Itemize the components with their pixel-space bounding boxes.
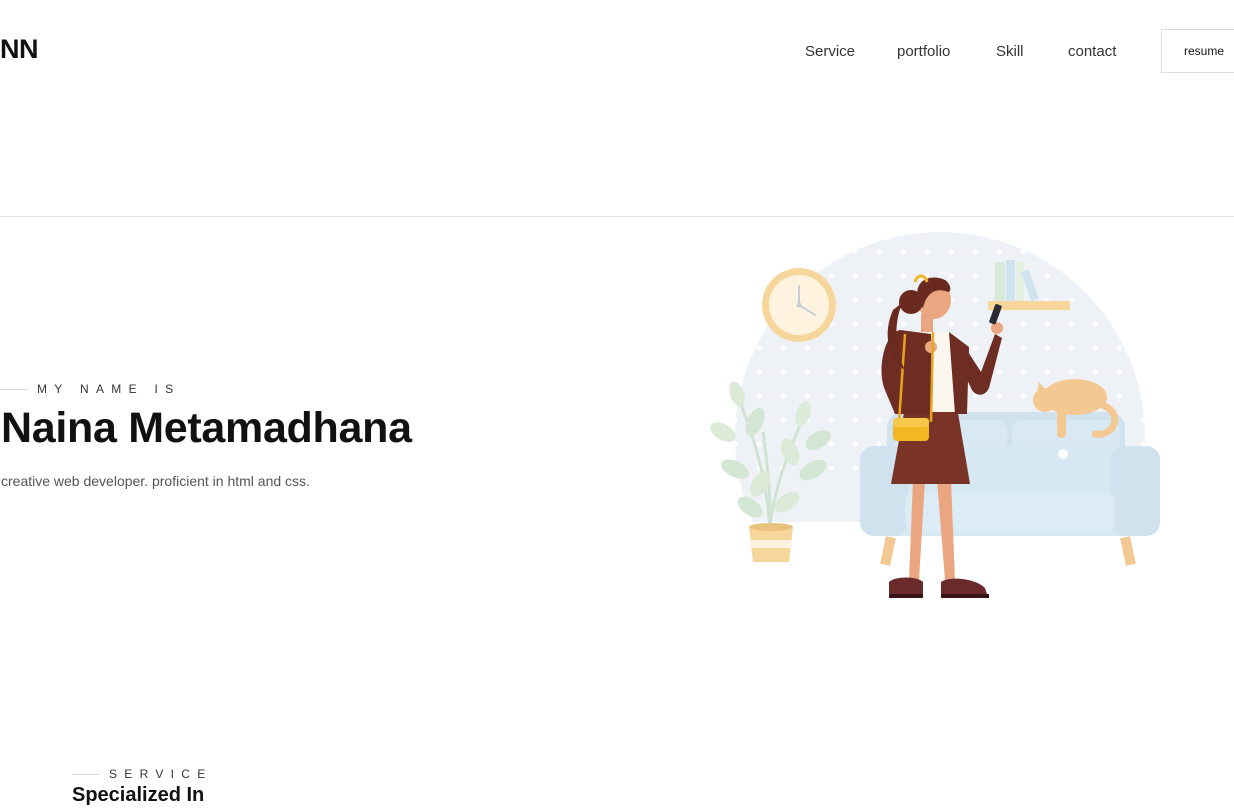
nav-service-link[interactable]: Service: [805, 43, 855, 60]
hero-illustration: [705, 232, 1175, 607]
hero-tagline: creative web developer. proficient in ht…: [1, 473, 310, 489]
nav-portfolio-link[interactable]: portfolio: [897, 43, 950, 60]
hero-eyebrow-text: MY NAME IS: [37, 382, 181, 396]
services-eyebrow: SERVICE: [72, 766, 213, 782]
site-logo[interactable]: NN: [0, 34, 39, 65]
wall-clock-icon: [762, 268, 836, 342]
eyebrow-line: [0, 388, 28, 390]
services-title: Specialized In: [72, 784, 205, 806]
services-eyebrow-text: SERVICE: [109, 767, 213, 781]
handbag-icon: [893, 418, 929, 441]
hero-eyebrow: MY NAME IS: [0, 381, 180, 397]
eyebrow-line: [72, 773, 100, 775]
nav-skill-link[interactable]: Skill: [996, 43, 1024, 60]
nav-contact-link[interactable]: contact: [1068, 43, 1116, 60]
resume-button[interactable]: resume: [1161, 29, 1234, 73]
header-divider: [0, 216, 1234, 217]
hero-name: Naina Metamadhana: [1, 404, 412, 452]
